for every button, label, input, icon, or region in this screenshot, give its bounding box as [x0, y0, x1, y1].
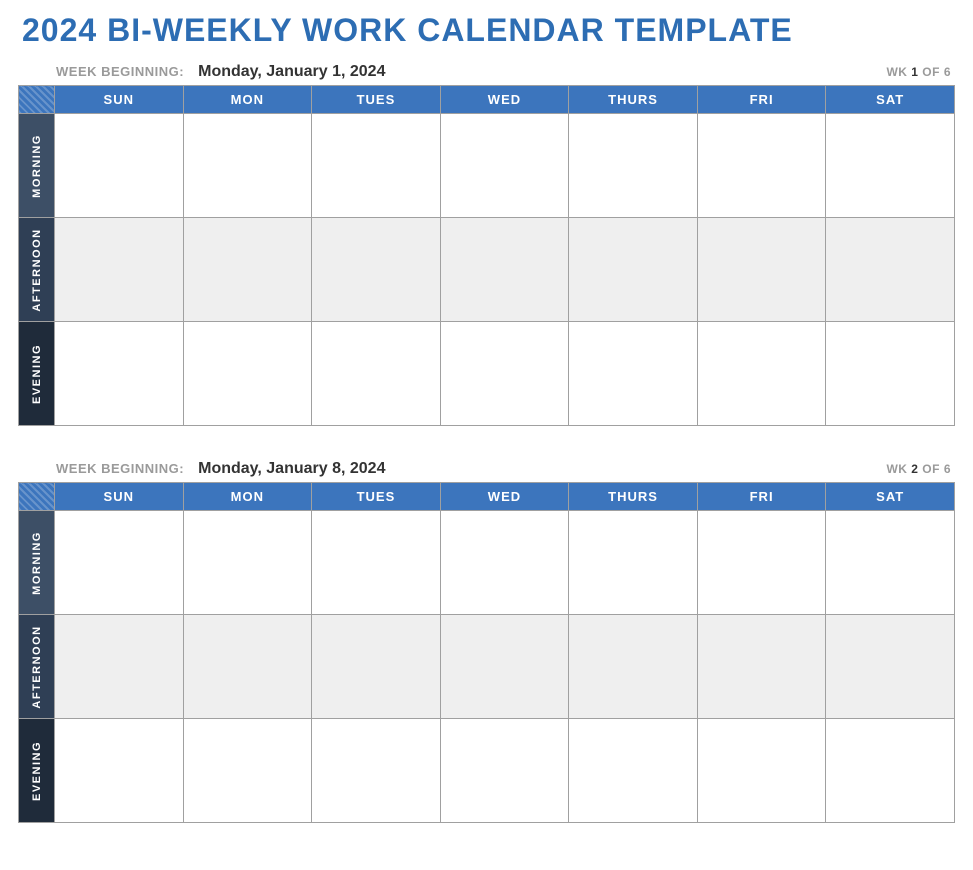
slot[interactable] [312, 322, 441, 426]
slot[interactable] [569, 218, 698, 322]
week-block-1: WEEK BEGINNING: Monday, January 1, 2024 … [18, 63, 955, 426]
day-header-sat: SAT [826, 483, 955, 511]
slot[interactable] [697, 511, 826, 615]
afternoon-row: AFTERNOON [19, 615, 955, 719]
page-title: 2024 BI-WEEKLY WORK CALENDAR TEMPLATE [22, 12, 955, 49]
slot[interactable] [55, 218, 184, 322]
slot[interactable] [569, 511, 698, 615]
slot[interactable] [440, 322, 569, 426]
day-header-wed: WED [440, 483, 569, 511]
wk-prefix: WK [886, 462, 911, 476]
period-label-afternoon: AFTERNOON [19, 615, 55, 719]
week-date: Monday, January 1, 2024 [198, 63, 886, 81]
period-text-afternoon: AFTERNOON [31, 228, 43, 311]
slot[interactable] [183, 322, 312, 426]
day-header-tue: TUES [312, 86, 441, 114]
slot[interactable] [697, 615, 826, 719]
slot[interactable] [183, 615, 312, 719]
slot[interactable] [697, 114, 826, 218]
slot[interactable] [826, 322, 955, 426]
slot[interactable] [312, 719, 441, 823]
slot[interactable] [312, 218, 441, 322]
slot[interactable] [183, 218, 312, 322]
slot[interactable] [440, 218, 569, 322]
slot[interactable] [183, 114, 312, 218]
slot[interactable] [697, 322, 826, 426]
day-header-thu: THURS [569, 483, 698, 511]
day-header-mon: MON [183, 483, 312, 511]
slot[interactable] [440, 114, 569, 218]
wk-prefix: WK [886, 65, 911, 79]
slot[interactable] [697, 719, 826, 823]
week-header: WEEK BEGINNING: Monday, January 8, 2024 … [56, 460, 955, 478]
wk-of: OF [918, 65, 943, 79]
day-header-thu: THURS [569, 86, 698, 114]
period-label-morning: MORNING [19, 114, 55, 218]
slot[interactable] [440, 719, 569, 823]
period-text-morning: MORNING [31, 134, 43, 198]
slot[interactable] [569, 719, 698, 823]
wk-total: 6 [944, 65, 951, 79]
calendar-table-1: SUN MON TUES WED THURS FRI SAT MORNING [18, 85, 955, 426]
slot[interactable] [826, 218, 955, 322]
week-number-indicator: WK 2 OF 6 [886, 462, 951, 476]
slot[interactable] [569, 615, 698, 719]
period-text-evening: EVENING [31, 343, 43, 403]
slot[interactable] [440, 511, 569, 615]
morning-row: MORNING [19, 511, 955, 615]
slot[interactable] [826, 719, 955, 823]
slot[interactable] [569, 322, 698, 426]
period-text-evening: EVENING [31, 740, 43, 800]
day-header-sun: SUN [55, 483, 184, 511]
week-header: WEEK BEGINNING: Monday, January 1, 2024 … [56, 63, 955, 81]
slot[interactable] [183, 719, 312, 823]
slot[interactable] [569, 114, 698, 218]
day-header-fri: FRI [697, 86, 826, 114]
slot[interactable] [697, 218, 826, 322]
day-header-sun: SUN [55, 86, 184, 114]
afternoon-row: AFTERNOON [19, 218, 955, 322]
period-text-afternoon: AFTERNOON [31, 625, 43, 708]
period-label-morning: MORNING [19, 511, 55, 615]
slot[interactable] [55, 322, 184, 426]
day-header-fri: FRI [697, 483, 826, 511]
day-header-mon: MON [183, 86, 312, 114]
week-beginning-label: WEEK BEGINNING: [56, 461, 184, 476]
week-date: Monday, January 8, 2024 [198, 460, 886, 478]
slot[interactable] [312, 114, 441, 218]
corner-cell [19, 86, 55, 114]
wk-total: 6 [944, 462, 951, 476]
slot[interactable] [55, 114, 184, 218]
week-beginning-label: WEEK BEGINNING: [56, 64, 184, 79]
corner-cell [19, 483, 55, 511]
day-header-sat: SAT [826, 86, 955, 114]
period-text-morning: MORNING [31, 531, 43, 595]
slot[interactable] [312, 511, 441, 615]
slot[interactable] [440, 615, 569, 719]
evening-row: EVENING [19, 322, 955, 426]
slot[interactable] [312, 615, 441, 719]
day-header-wed: WED [440, 86, 569, 114]
slot[interactable] [55, 511, 184, 615]
wk-of: OF [918, 462, 943, 476]
period-label-afternoon: AFTERNOON [19, 218, 55, 322]
slot[interactable] [183, 511, 312, 615]
slot[interactable] [55, 615, 184, 719]
slot[interactable] [55, 719, 184, 823]
morning-row: MORNING [19, 114, 955, 218]
calendar-table-2: SUN MON TUES WED THURS FRI SAT MORNING [18, 482, 955, 823]
week-number-indicator: WK 1 OF 6 [886, 65, 951, 79]
slot[interactable] [826, 511, 955, 615]
slot[interactable] [826, 615, 955, 719]
day-header-tue: TUES [312, 483, 441, 511]
evening-row: EVENING [19, 719, 955, 823]
week-block-2: WEEK BEGINNING: Monday, January 8, 2024 … [18, 460, 955, 823]
slot[interactable] [826, 114, 955, 218]
period-label-evening: EVENING [19, 719, 55, 823]
period-label-evening: EVENING [19, 322, 55, 426]
